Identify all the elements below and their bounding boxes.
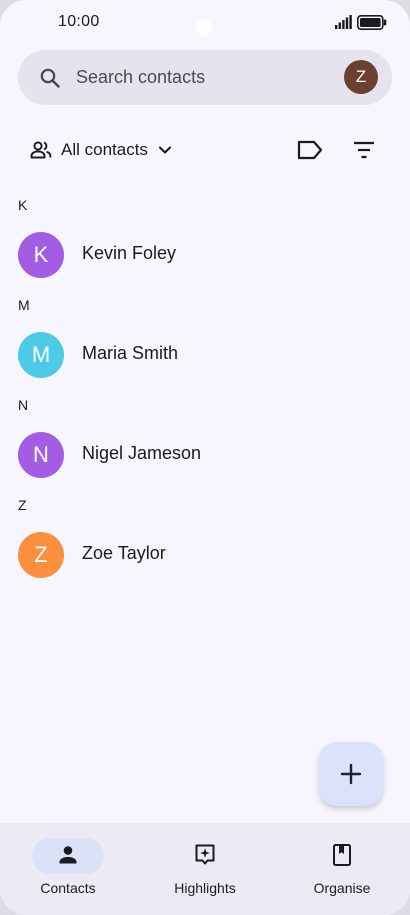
contacts-list: K K Kevin Foley M M Maria Smith N N Nige… <box>0 192 410 592</box>
phone-screen: 10:00 Z All <box>0 0 410 915</box>
contact-row[interactable]: K Kevin Foley <box>0 229 410 279</box>
contact-row[interactable]: N Nigel Jameson <box>0 429 410 479</box>
section-letter: M <box>18 297 30 313</box>
account-avatar[interactable]: Z <box>344 60 378 94</box>
battery-icon <box>357 15 387 30</box>
contacts-section: M M Maria Smith <box>0 292 410 392</box>
contact-row[interactable]: Z Zoe Taylor <box>0 529 410 579</box>
search-icon <box>40 68 60 88</box>
add-contact-button[interactable] <box>319 742 383 806</box>
section-letter: N <box>18 397 29 413</box>
contact-avatar: K <box>18 232 64 278</box>
nav-item-highlights[interactable]: Highlights <box>137 823 273 915</box>
person-icon <box>59 846 77 864</box>
bottom-navigation: Contacts Highlights Organise <box>0 823 410 915</box>
nav-label: Organise <box>313 880 371 896</box>
contact-name: Maria Smith <box>82 343 179 363</box>
contact-avatar: N <box>18 432 64 478</box>
contacts-toolbar: All contacts <box>0 128 410 172</box>
section-letter: K <box>18 197 28 213</box>
filter-icon[interactable] <box>352 138 376 162</box>
nav-label: Highlights <box>174 880 236 896</box>
camera-cutout <box>196 19 212 35</box>
contacts-filter-label: All contacts <box>61 140 148 159</box>
signal-icon <box>335 15 352 29</box>
plus-icon <box>340 763 362 785</box>
contact-avatar: Z <box>18 532 64 578</box>
contacts-section: K K Kevin Foley <box>0 192 410 292</box>
search-input[interactable] <box>76 50 326 105</box>
status-bar: 10:00 <box>0 0 410 46</box>
contact-avatar: M <box>18 332 64 378</box>
status-time: 10:00 <box>58 13 100 30</box>
search-bar[interactable]: Z <box>18 50 392 105</box>
chevron-down-icon <box>158 146 171 154</box>
contact-row[interactable]: M Maria Smith <box>0 329 410 379</box>
bookmark-icon <box>333 844 351 866</box>
label-icon[interactable] <box>296 138 324 162</box>
contact-name: Nigel Jameson <box>82 443 202 463</box>
nav-label: Contacts <box>40 880 96 896</box>
contacts-section: Z Z Zoe Taylor <box>0 492 410 592</box>
contacts-filter-dropdown[interactable]: All contacts <box>30 134 172 166</box>
contacts-section: N N Nigel Jameson <box>0 392 410 492</box>
nav-item-organise[interactable]: Organise <box>274 823 410 915</box>
nav-item-contacts[interactable]: Contacts <box>0 823 136 915</box>
sparkle-icon <box>195 844 215 865</box>
people-icon <box>30 141 52 159</box>
section-letter: Z <box>18 497 27 513</box>
contact-name: Kevin Foley <box>82 243 177 263</box>
contact-name: Zoe Taylor <box>82 543 166 563</box>
